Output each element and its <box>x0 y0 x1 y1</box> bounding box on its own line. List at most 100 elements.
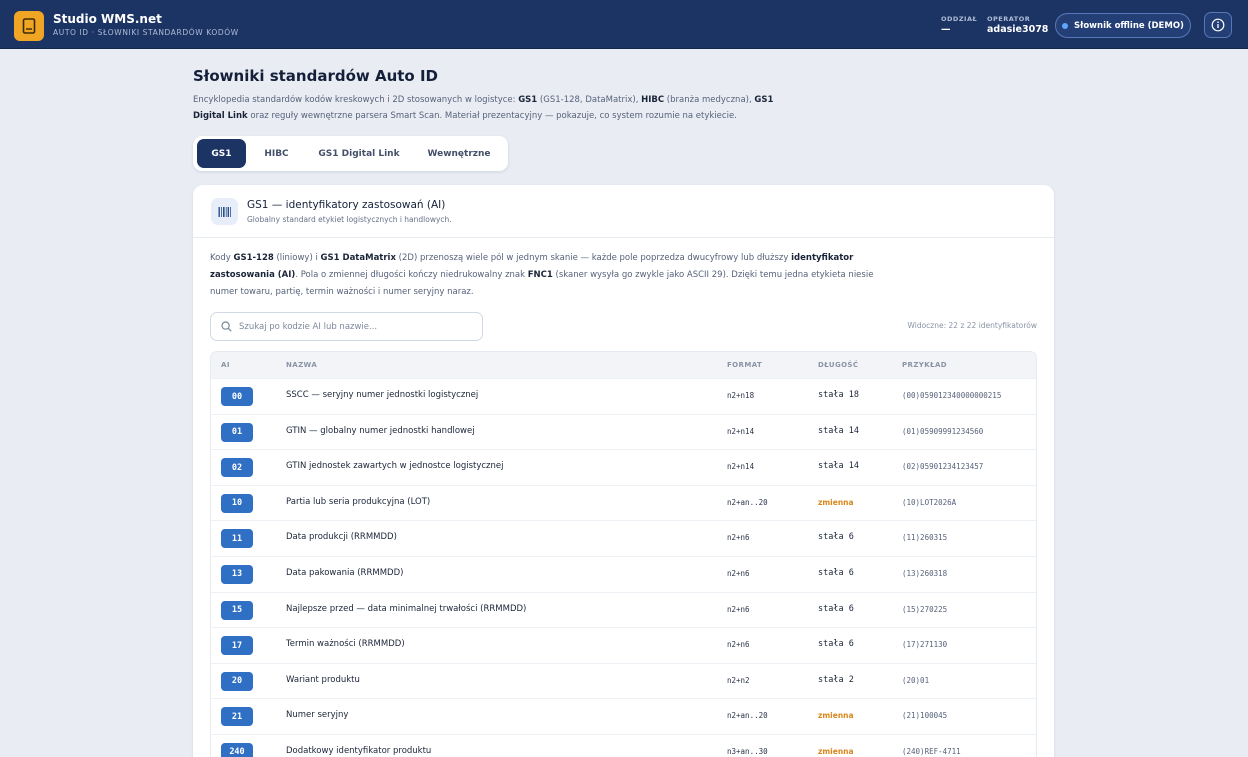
tab-gs1-digital-link[interactable]: GS1 Digital Link <box>307 139 411 168</box>
ai-name: Termin ważności (RRMMDD) <box>286 639 405 650</box>
ai-example: (13)260318 <box>902 568 948 578</box>
col-length[interactable]: DŁUGOŚĆ <box>818 361 858 369</box>
page-title: Słowniki standardów Auto ID <box>193 67 438 85</box>
ai-format: n2+an..20 <box>727 711 768 721</box>
ai-code-badge: 10 <box>221 493 253 513</box>
ai-name: Partia lub seria produkcyjna (LOT) <box>286 496 431 507</box>
table-row[interactable]: 15 Najlepsze przed — data minimalnej trwa… <box>211 591 1036 628</box>
branch-label: ODDZIAŁ <box>941 15 978 23</box>
ai-code-badge: 01 <box>221 422 253 442</box>
branch-value: — <box>941 24 951 35</box>
ai-example: (21)100045 <box>902 711 948 721</box>
ai-example: (11)260315 <box>902 533 948 543</box>
ai-example: (17)271130 <box>902 640 948 650</box>
ai-name: Data produkcji (RRMMDD) <box>286 532 397 543</box>
app-subtitle: AUTO ID · SŁOWNIKI STANDARDÓW KODÓW <box>53 28 239 37</box>
table-header: AI NAZWA FORMAT DŁUGOŚĆ PRZYKŁAD <box>211 352 1036 378</box>
ai-length: stała 6 <box>818 567 854 578</box>
operator-value: adasie3078 <box>987 24 1049 35</box>
info-button[interactable] <box>1204 12 1232 38</box>
ai-name: Numer seryjny <box>286 710 349 721</box>
ai-format: n2+n14 <box>727 462 755 472</box>
search-icon <box>221 321 232 332</box>
barcode-icon <box>211 198 238 225</box>
ai-example: (01)05909991234560 <box>902 426 984 436</box>
card-intro: Kody GS1-128 (liniowy) i GS1 DataMatrix … <box>210 253 874 297</box>
ai-example: (240)REF-4711 <box>902 746 961 756</box>
visible-count: Widoczne: 22 z 22 identyfikatorów <box>907 321 1038 330</box>
ai-name: Dodatkowy identyfikator produktu <box>286 745 432 756</box>
col-format[interactable]: FORMAT <box>727 361 762 369</box>
table-row[interactable]: 13 Data pakowania (RRMMDD) n2+n6 stała 6 (13… <box>211 555 1036 592</box>
ai-length: stała 18 <box>818 390 859 400</box>
ai-name: Data pakowania (RRMMDD) <box>286 567 404 578</box>
table-row[interactable]: 17 Termin ważności (RRMMDD) n2+n6 stała 6 (1… <box>211 627 1036 663</box>
table-body: 00 SSCC — seryjny numer jednostki logisty… <box>211 378 1036 757</box>
ai-format: n2+an..20 <box>727 497 768 507</box>
ai-format: n2+n6 <box>727 533 750 543</box>
ai-name: SSCC — seryjny numer jednostki logistycz… <box>286 390 479 400</box>
ai-format: n2+n6 <box>727 568 750 578</box>
ai-format: n2+n18 <box>727 391 755 400</box>
ai-example: (20)01 <box>902 675 930 685</box>
ai-name: GTIN jednostek zawartych w jednostce log… <box>286 461 504 472</box>
ai-code-badge: 21 <box>221 707 253 727</box>
ai-code-badge: 20 <box>221 671 253 691</box>
ai-format: n2+n14 <box>727 426 755 436</box>
ai-code-badge: 17 <box>221 636 253 656</box>
offline-mode-badge[interactable]: Słownik offline (DEMO) <box>1055 13 1191 38</box>
ai-length: stała 14 <box>818 425 859 436</box>
ai-format: n2+n6 <box>727 640 750 650</box>
col-ai[interactable]: AI <box>221 361 230 369</box>
ai-example: (00)059012340000000215 <box>902 391 1002 400</box>
tab-hibc[interactable]: HIBC <box>250 139 303 168</box>
table-row[interactable]: 240 Dodatkowy identyfikator produktu n3+an… <box>211 733 1036 757</box>
standard-tabs: GS1 HIBC GS1 Digital Link Wewnętrzne <box>193 136 508 171</box>
info-icon <box>1211 18 1225 32</box>
gs1-ai-card: GS1 — identyfikatory zastosowań (AI) Glo… <box>193 185 1054 757</box>
ai-format: n2+n6 <box>727 604 750 614</box>
ai-table: AI NAZWA FORMAT DŁUGOŚĆ PRZYKŁAD 00 SSCC … <box>210 351 1037 757</box>
ai-format: n3+an..30 <box>727 746 768 756</box>
ai-code-badge: 11 <box>221 529 253 549</box>
ai-code-badge: 00 <box>221 387 253 406</box>
ai-example: (02)05901234123457 <box>902 462 984 472</box>
col-name[interactable]: NAZWA <box>286 361 317 369</box>
card-title: GS1 — identyfikatory zastosowań (AI) <box>247 199 446 211</box>
operator-label: OPERATOR <box>987 15 1031 23</box>
ai-length: stała 6 <box>818 532 854 543</box>
table-row[interactable]: 01 GTIN — globalny numer jednostki handlo… <box>211 413 1036 450</box>
card-subtitle: Globalny standard etykiet logistycznych … <box>247 215 452 224</box>
ai-format: n2+n2 <box>727 675 750 685</box>
ai-code-badge: 240 <box>221 742 253 757</box>
ai-example: (10)LOT2026A <box>902 497 957 507</box>
ai-name: GTIN — globalny numer jednostki handlowe… <box>286 425 475 436</box>
ai-length: zmienna <box>818 497 854 507</box>
ai-name: Najlepsze przed — data minimalnej trwało… <box>286 603 527 614</box>
ai-name: Wariant produktu <box>286 674 360 685</box>
table-row[interactable]: 02 GTIN jednostek zawartych w jednostce l… <box>211 449 1036 485</box>
tab-gs1[interactable]: GS1 <box>197 139 246 168</box>
search-input[interactable] <box>239 321 469 332</box>
ai-code-badge: 13 <box>221 564 253 584</box>
offline-badge-label: Słownik offline (DEMO) <box>1074 20 1184 31</box>
table-row[interactable]: 10 Partia lub seria produkcyjna (LOT) n2+a… <box>211 484 1036 521</box>
col-example[interactable]: PRZYKŁAD <box>902 361 947 369</box>
ai-length: stała 6 <box>818 603 854 614</box>
ai-length: zmienna <box>818 711 854 721</box>
ai-example: (15)270225 <box>902 604 948 614</box>
table-row[interactable]: 11 Data produkcji (RRMMDD) n2+n6 stała 6 (11… <box>211 520 1036 556</box>
card-header: GS1 — identyfikatory zastosowań (AI) Glo… <box>193 185 1054 238</box>
ai-length: stała 14 <box>818 461 859 472</box>
ai-length: zmienna <box>818 746 854 756</box>
table-row[interactable]: 00 SSCC — seryjny numer jednostki logisty… <box>211 378 1036 414</box>
status-dot-icon <box>1062 22 1069 29</box>
book-icon[interactable] <box>14 11 44 41</box>
table-row[interactable]: 21 Numer seryjny n2+an..20 zmienna (21)10004… <box>211 698 1036 734</box>
ai-length: stała 2 <box>818 674 854 685</box>
app-title: Studio WMS.net <box>53 12 162 26</box>
table-row[interactable]: 20 Wariant produktu n2+n2 stała 2 (20)01 <box>211 662 1036 699</box>
top-bar: Studio WMS.net AUTO ID · SŁOWNIKI STANDA… <box>0 0 1248 49</box>
tab-internal[interactable]: Wewnętrzne <box>415 139 503 168</box>
search-box[interactable] <box>210 312 483 341</box>
